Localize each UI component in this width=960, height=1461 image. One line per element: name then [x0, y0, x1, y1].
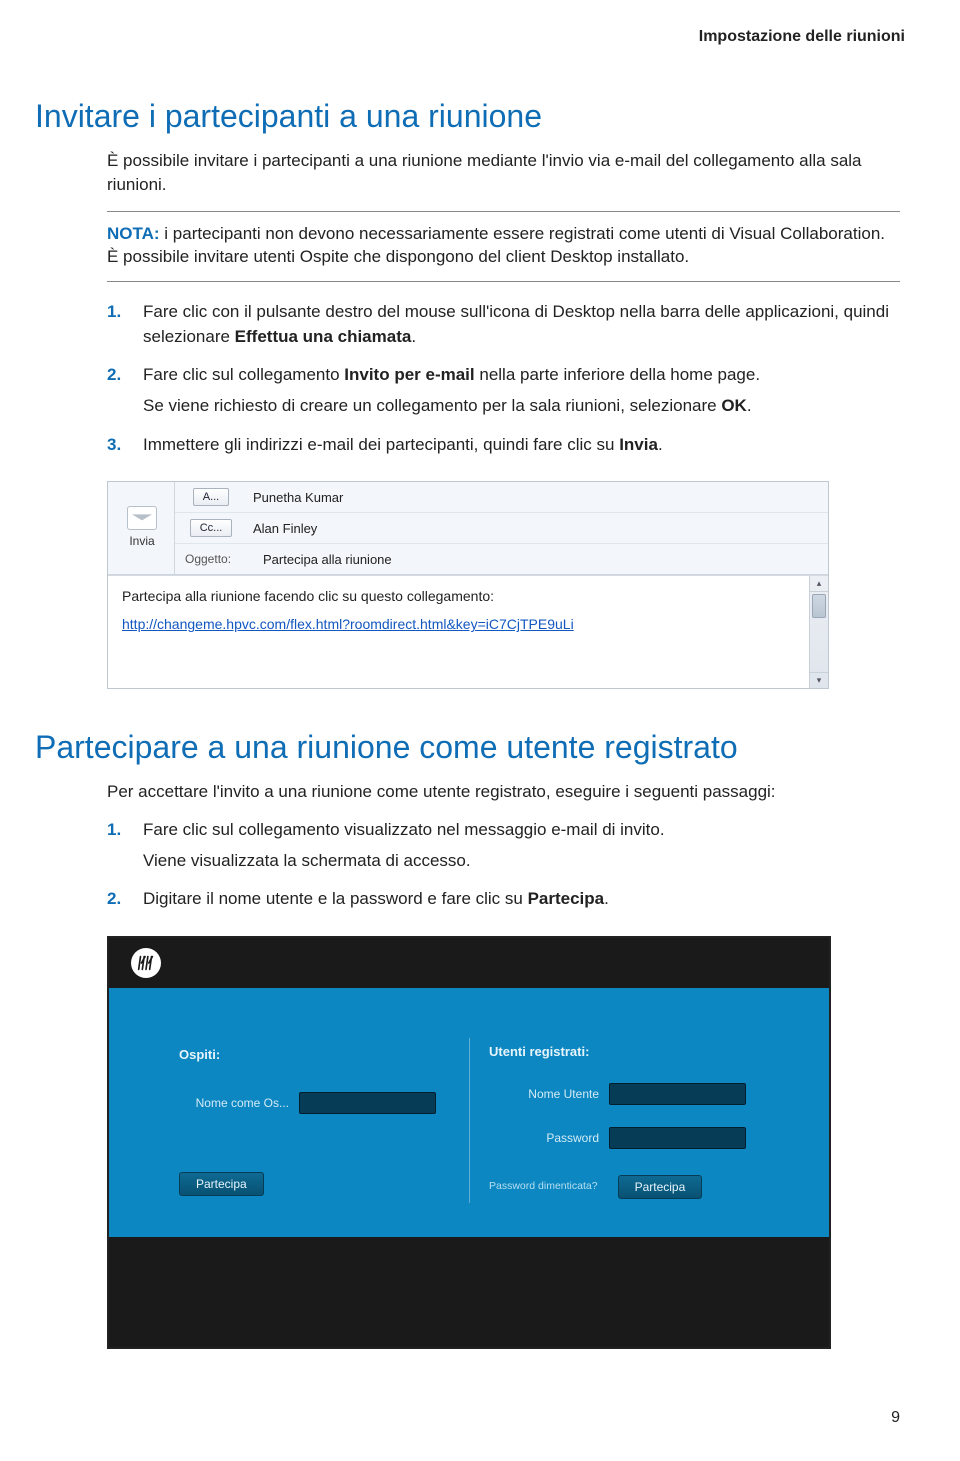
- cc-value[interactable]: Alan Finley: [247, 521, 828, 536]
- section2-intro: Per accettare l'invito a una riunione co…: [107, 780, 900, 804]
- guest-join-button[interactable]: Partecipa: [179, 1172, 264, 1196]
- section2-steps: Fare clic sul collegamento visualizzato …: [107, 818, 900, 920]
- step2-1: Fare clic sul collegamento visualizzato …: [107, 818, 900, 881]
- send-label: Invia: [129, 534, 154, 548]
- step-3: Immettere gli indirizzi e-mail dei parte…: [107, 433, 900, 466]
- guests-heading: Ospiti:: [179, 1047, 220, 1062]
- step-2: Fare clic sul collegamento Invito per e-…: [107, 363, 900, 426]
- guest-name-label: Nome come Os...: [196, 1096, 299, 1110]
- note-text: i partecipanti non devono necessariament…: [107, 224, 885, 267]
- send-icon: [127, 506, 157, 530]
- section1-steps: Fare clic con il pulsante destro del mou…: [107, 300, 900, 465]
- step-1: Fare clic con il pulsante destro del mou…: [107, 300, 900, 357]
- page-number: 9: [891, 1409, 900, 1427]
- to-button[interactable]: A...: [193, 488, 230, 506]
- password-input[interactable]: [609, 1127, 746, 1149]
- section1-title: Invitare i partecipanti a una riunione: [35, 98, 900, 135]
- subject-value[interactable]: Partecipa alla riunione: [257, 552, 828, 567]
- note-block: NOTA: i partecipanti non devono necessar…: [107, 211, 900, 283]
- guest-name-input[interactable]: [299, 1092, 436, 1114]
- password-label: Password: [546, 1131, 609, 1145]
- users-column: Utenti registrati: Nome Utente Password …: [489, 1044, 759, 1199]
- note-label: NOTA:: [107, 224, 160, 243]
- section1-intro: È possibile invitare i partecipanti a un…: [107, 149, 900, 197]
- forgot-password-link[interactable]: Password dimenticata?: [489, 1180, 604, 1192]
- to-value[interactable]: Punetha Kumar: [247, 490, 828, 505]
- username-label: Nome Utente: [528, 1087, 609, 1101]
- hp-logo-icon: [131, 948, 161, 978]
- send-button[interactable]: Invia: [108, 482, 175, 574]
- subject-label: Oggetto:: [175, 552, 257, 566]
- scrollbar[interactable]: ▴ ▾: [809, 576, 828, 688]
- scroll-up-icon[interactable]: ▴: [810, 576, 828, 592]
- scroll-down-icon[interactable]: ▾: [810, 672, 828, 688]
- username-input[interactable]: [609, 1083, 746, 1105]
- users-heading: Utenti registrati:: [489, 1044, 589, 1059]
- email-link[interactable]: http://changeme.hpvc.com/flex.html?roomd…: [122, 616, 574, 632]
- step2-2: Digitare il nome utente e la password e …: [107, 887, 900, 920]
- guests-column: Ospiti: Nome come Os... Partecipa: [179, 1044, 449, 1199]
- user-join-button[interactable]: Partecipa: [618, 1175, 703, 1199]
- running-header: Impostazione delle riunioni: [699, 28, 905, 46]
- section2-title: Partecipare a una riunione come utente r…: [35, 729, 900, 766]
- scroll-thumb[interactable]: [812, 594, 826, 618]
- email-body-text: Partecipa alla riunione facendo clic su …: [122, 588, 800, 604]
- login-screenshot: Ospiti: Nome come Os... Partecipa Utenti…: [107, 936, 831, 1349]
- email-screenshot: Invia A... Punetha Kumar Cc...: [107, 481, 829, 689]
- cc-button[interactable]: Cc...: [190, 519, 233, 537]
- login-footer: [109, 1237, 829, 1347]
